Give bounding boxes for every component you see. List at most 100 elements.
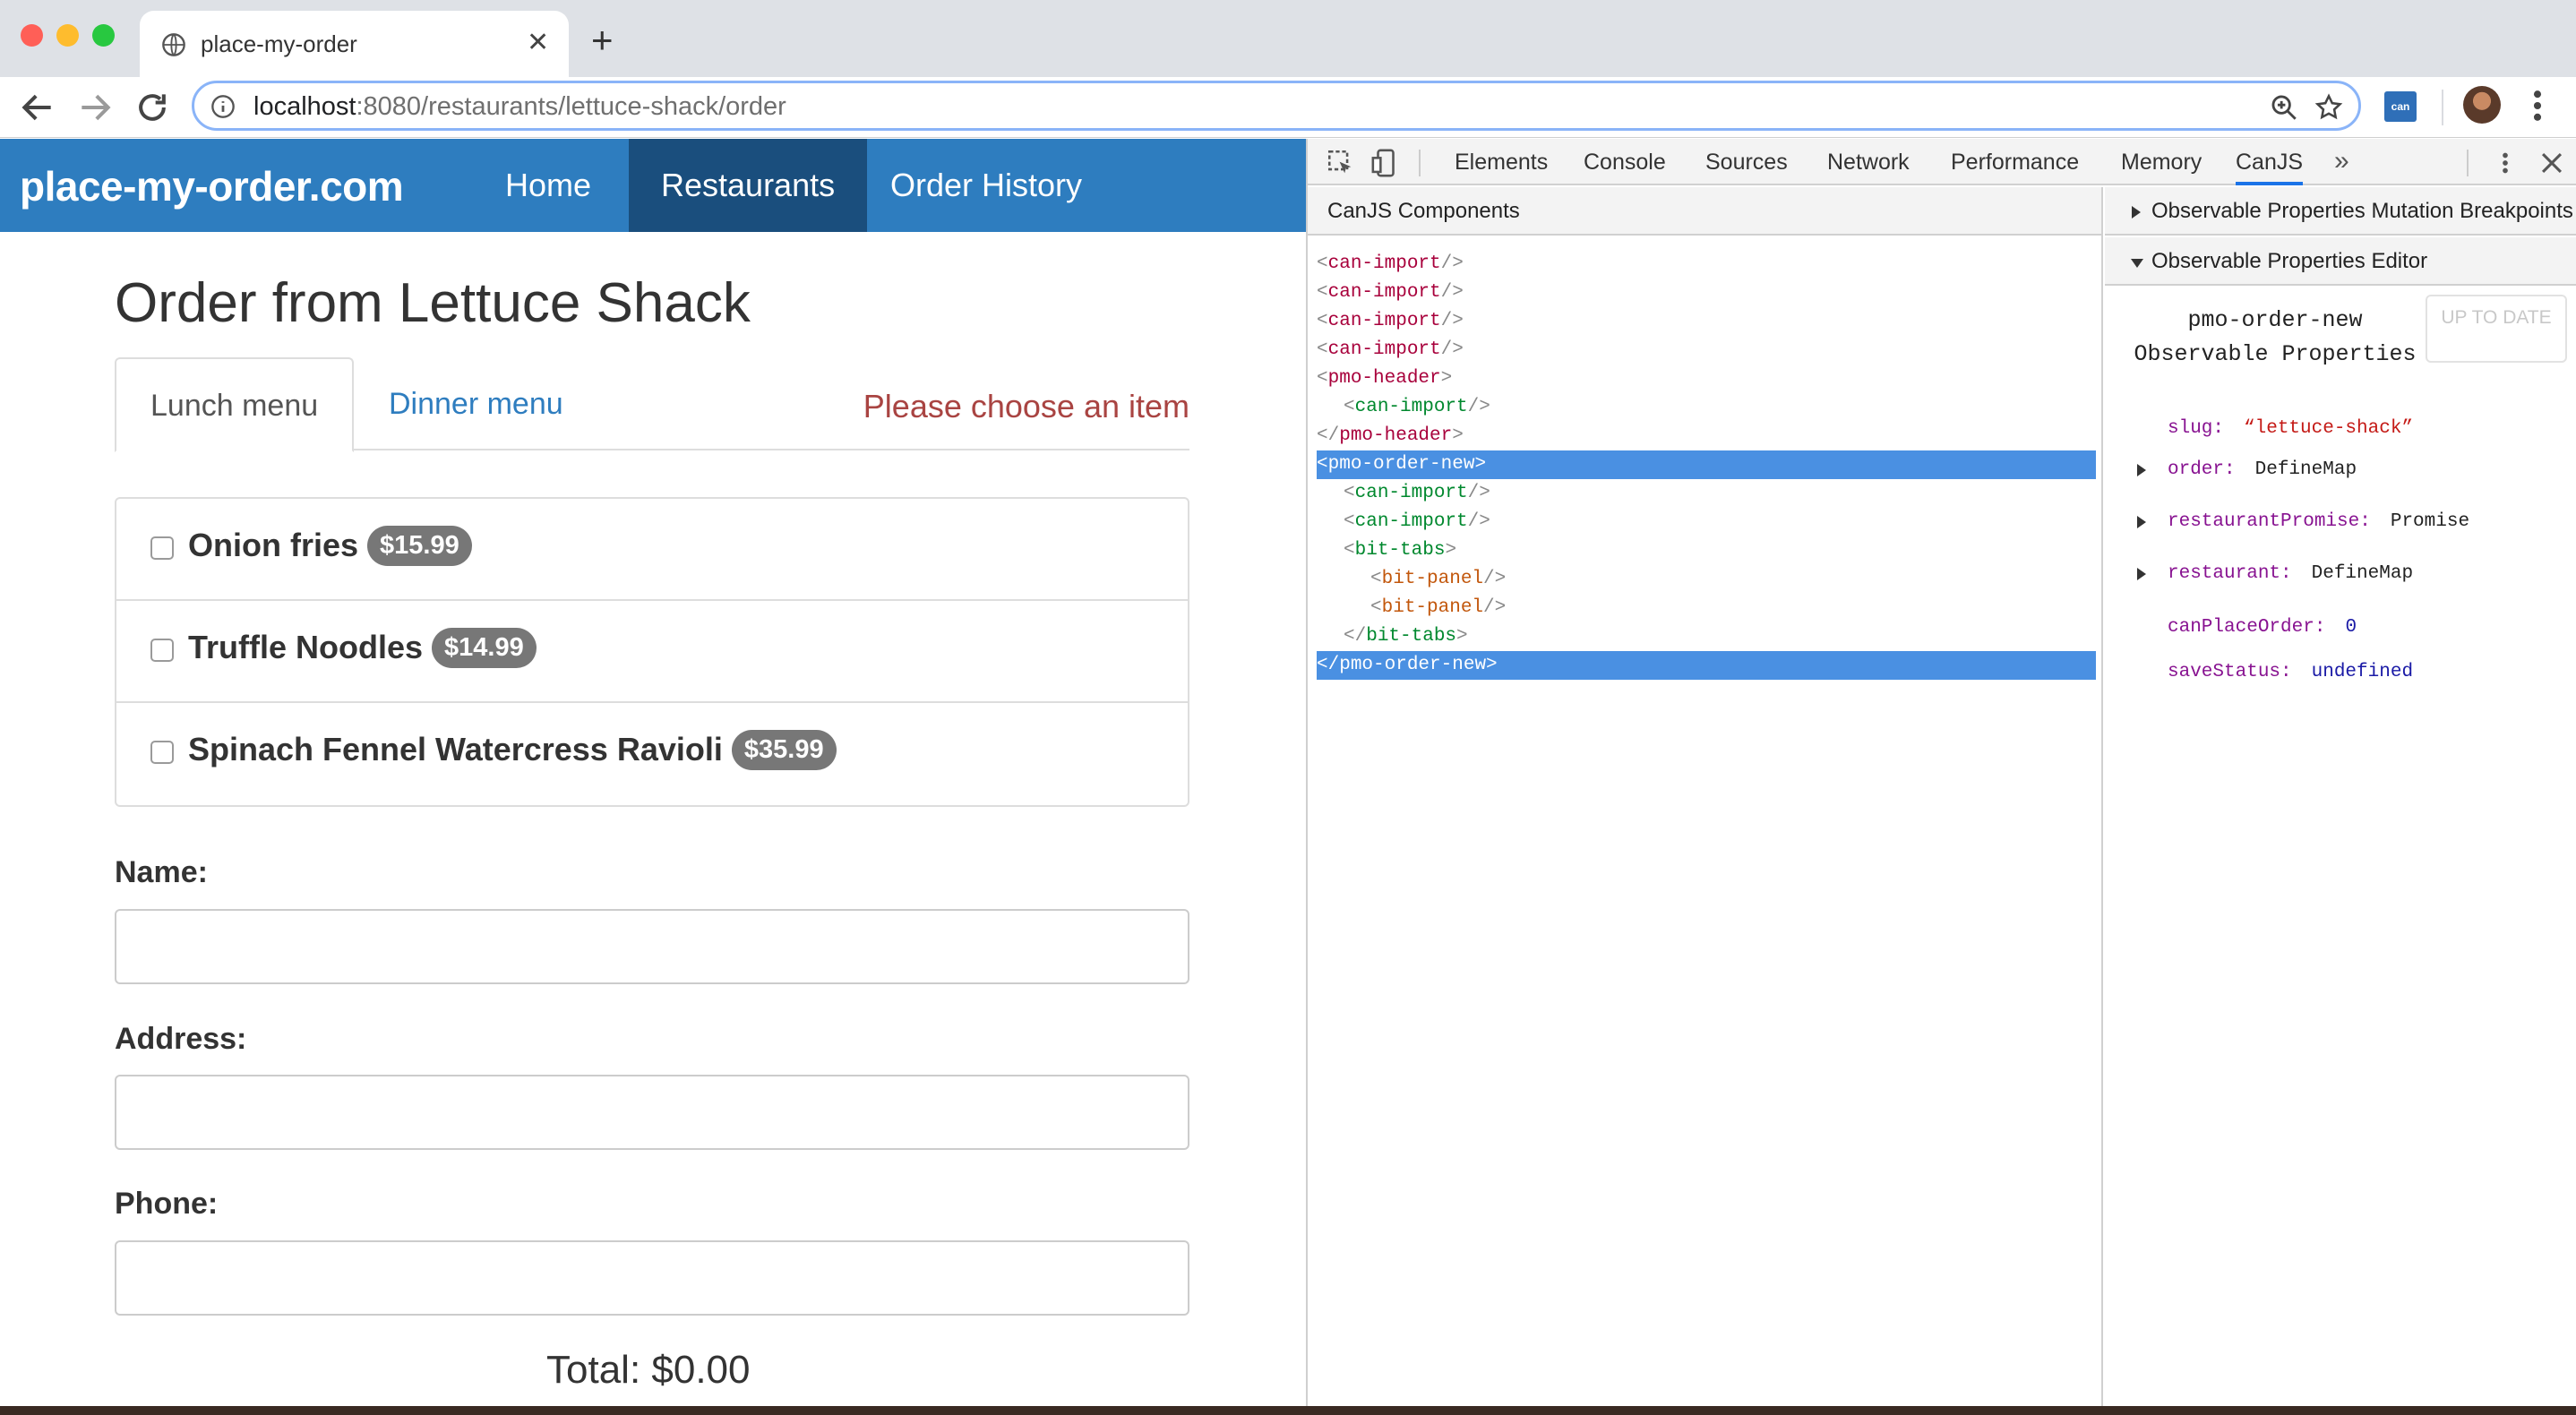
tree-node-bit-tabs[interactable]: <bit-tabs> bbox=[1317, 536, 2096, 565]
tree-node-bit-panel[interactable]: <bit-panel/> bbox=[1317, 594, 2096, 622]
mutation-breakpoints-title: Observable Properties Mutation Breakpoin… bbox=[2151, 199, 2573, 223]
url-text[interactable]: localhost:8080/restaurants/lettuce-shack… bbox=[253, 92, 786, 122]
tab-network[interactable]: Network bbox=[1827, 139, 1910, 185]
property-value[interactable]: DefineMap bbox=[2255, 459, 2357, 480]
expand-arrow-icon[interactable] bbox=[2135, 463, 2148, 477]
item-checkbox[interactable] bbox=[150, 536, 174, 560]
tree-node-can-import[interactable]: <can-import/> bbox=[1317, 250, 2096, 279]
devtools-toolbar: Elements Console Sources Network Perform… bbox=[1308, 139, 2576, 185]
list-item[interactable]: Truffle Noodles $14.99 bbox=[116, 601, 1188, 703]
tree-node-pmo-header[interactable]: </pmo-header> bbox=[1317, 422, 2096, 450]
tree-node-can-import[interactable]: <can-import/> bbox=[1317, 336, 2096, 364]
tree-node-can-import[interactable]: <can-import/> bbox=[1317, 508, 2096, 536]
name-label: Name: bbox=[115, 855, 208, 889]
property-value[interactable]: undefined bbox=[2312, 662, 2413, 682]
browser-menu-icon[interactable] bbox=[2524, 86, 2551, 125]
property-row[interactable]: restaurantPromise: Promise bbox=[2137, 511, 2469, 532]
info-icon[interactable] bbox=[210, 94, 236, 119]
tag-name: pmo-order-new bbox=[1339, 655, 1487, 675]
tab-console[interactable]: Console bbox=[1584, 139, 1666, 185]
tab-elements[interactable]: Elements bbox=[1455, 139, 1548, 185]
expand-arrow-icon[interactable] bbox=[2135, 515, 2148, 529]
property-row[interactable]: order: DefineMap bbox=[2137, 459, 2357, 480]
address-label: Address: bbox=[115, 1022, 247, 1056]
tree-node-can-import[interactable]: <can-import/> bbox=[1317, 279, 2096, 307]
tree-node-bit-panel[interactable]: <bit-panel/> bbox=[1317, 565, 2096, 594]
properties-editor-title: Observable Properties Editor bbox=[2151, 249, 2428, 273]
tag-bracket: < bbox=[1344, 511, 1355, 532]
tab-canjs[interactable]: CanJS bbox=[2236, 139, 2304, 185]
tree-node-can-import[interactable]: <can-import/> bbox=[1317, 307, 2096, 336]
tab-lunch-menu[interactable]: Lunch menu bbox=[115, 357, 355, 452]
forward-icon[interactable] bbox=[75, 88, 115, 127]
nav-link-home[interactable]: Home bbox=[473, 139, 623, 232]
profile-avatar[interactable] bbox=[2463, 86, 2501, 124]
property-value[interactable]: Promise bbox=[2391, 511, 2469, 532]
item-checkbox[interactable] bbox=[150, 639, 174, 662]
properties-editor-header[interactable]: Observable Properties Editor bbox=[2105, 237, 2576, 286]
tree-node-pmo-order-new[interactable]: </pmo-order-new> bbox=[1317, 651, 2096, 680]
phone-field[interactable] bbox=[115, 1240, 1189, 1316]
tree-node-bit-tabs[interactable]: </bit-tabs> bbox=[1317, 622, 2096, 651]
window-maximize-button[interactable] bbox=[92, 24, 115, 47]
device-toolbar-icon[interactable] bbox=[1370, 148, 1401, 178]
name-field[interactable] bbox=[115, 909, 1189, 984]
property-key: canPlaceOrder: bbox=[2168, 617, 2326, 638]
tag-bracket: /> bbox=[1483, 569, 1507, 589]
item-name: Truffle Noodles bbox=[188, 629, 424, 665]
tag-name: can-import bbox=[1354, 483, 1468, 503]
tag-name: bit-panel bbox=[1381, 597, 1484, 618]
tab-performance[interactable]: Performance bbox=[1951, 139, 2079, 185]
list-item[interactable]: Spinach Fennel Watercress Ravioli $35.99 bbox=[116, 703, 1188, 805]
tree-node-pmo-header[interactable]: <pmo-header> bbox=[1317, 364, 2096, 393]
property-value[interactable]: “lettuce-shack” bbox=[2244, 418, 2413, 439]
property-row: slug: “lettuce-shack” bbox=[2168, 418, 2413, 439]
nav-link-order-history[interactable]: Order History bbox=[858, 139, 1114, 232]
list-item[interactable]: Onion fries $15.99 bbox=[116, 499, 1188, 601]
up-to-date-button[interactable]: UP TO DATE bbox=[2426, 295, 2567, 363]
window-close-button[interactable] bbox=[21, 24, 43, 47]
web-page: place-my-order.com Home Restaurants Orde… bbox=[0, 139, 1306, 1411]
tree-node-can-import[interactable]: <can-import/> bbox=[1317, 393, 2096, 422]
address-field[interactable] bbox=[115, 1075, 1189, 1150]
price-badge: $14.99 bbox=[432, 628, 537, 668]
tag-name: can-import bbox=[1327, 339, 1441, 360]
browser-tab[interactable]: place-my-order ✕ bbox=[140, 11, 569, 77]
inspect-element-icon[interactable] bbox=[1326, 148, 1356, 178]
close-tab-icon[interactable]: ✕ bbox=[527, 27, 549, 59]
zoom-icon[interactable] bbox=[2269, 92, 2299, 123]
new-tab-button[interactable]: + bbox=[591, 20, 614, 61]
tag-name: can-import bbox=[1327, 311, 1441, 331]
tag-bracket: > bbox=[1452, 425, 1464, 446]
property-value[interactable]: DefineMap bbox=[2312, 563, 2413, 584]
more-tabs-icon[interactable]: » bbox=[2334, 146, 2349, 176]
price-badge: $15.99 bbox=[367, 526, 472, 566]
property-row: canPlaceOrder: 0 bbox=[2168, 617, 2357, 638]
bookmark-star-icon[interactable] bbox=[2314, 92, 2344, 123]
tag-bracket: < bbox=[1317, 454, 1328, 475]
item-checkbox[interactable] bbox=[150, 741, 174, 764]
tree-node-pmo-order-new[interactable]: <pmo-order-new> bbox=[1317, 450, 2096, 479]
tag-bracket: < bbox=[1317, 282, 1328, 303]
window-minimize-button[interactable] bbox=[56, 24, 79, 47]
tab-sources[interactable]: Sources bbox=[1705, 139, 1788, 185]
tag-bracket: < bbox=[1344, 540, 1355, 561]
canjs-extension-icon[interactable]: can bbox=[2384, 91, 2417, 122]
mutation-breakpoints-header[interactable]: Observable Properties Mutation Breakpoin… bbox=[2105, 187, 2576, 236]
devtools-menu-icon[interactable] bbox=[2490, 148, 2520, 178]
nav-link-restaurants[interactable]: Restaurants bbox=[629, 139, 868, 232]
tag-bracket: > bbox=[1456, 626, 1468, 647]
close-devtools-icon[interactable] bbox=[2537, 148, 2567, 178]
tree-node-can-import[interactable]: <can-import/> bbox=[1317, 479, 2096, 508]
reload-icon[interactable] bbox=[133, 88, 172, 127]
tab-dinner-menu[interactable]: Dinner menu bbox=[355, 357, 597, 450]
tag-bracket: < bbox=[1317, 253, 1328, 274]
back-icon[interactable] bbox=[18, 88, 57, 127]
tab-memory[interactable]: Memory bbox=[2121, 139, 2202, 185]
property-value[interactable]: 0 bbox=[2345, 617, 2357, 638]
address-bar[interactable]: localhost:8080/restaurants/lettuce-shack… bbox=[192, 81, 2361, 131]
property-row[interactable]: restaurant: DefineMap bbox=[2137, 563, 2413, 584]
desktop-background-strip bbox=[0, 1406, 2576, 1415]
expand-arrow-icon[interactable] bbox=[2135, 567, 2148, 581]
site-brand[interactable]: place-my-order.com bbox=[20, 162, 404, 210]
